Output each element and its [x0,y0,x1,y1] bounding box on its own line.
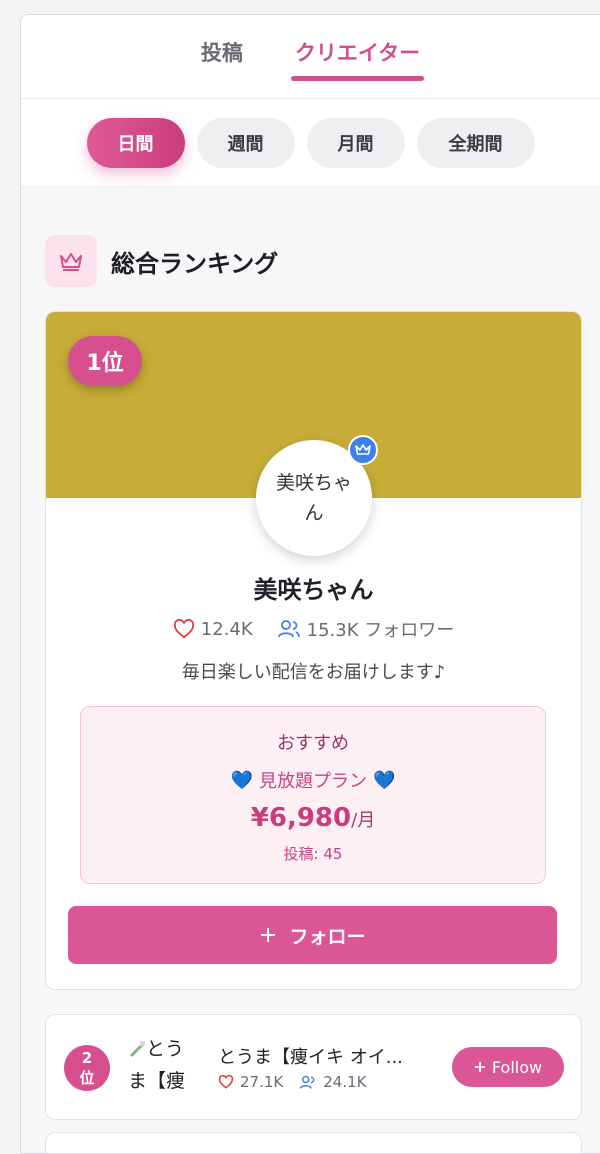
tab-creators[interactable]: クリエイター [290,37,425,81]
app-frame: 投稿 クリエイター 日間 週間 月間 全期間 総合ランキング 1位 美咲ちゃん … [20,14,600,1154]
rank-badge: 2 位 [64,1045,110,1091]
blue-heart-icon: 💙 [373,769,396,791]
followers-count: 24.1K [323,1073,367,1091]
likes-count: 27.1K [240,1073,284,1091]
plan-label: おすすめ [277,733,349,754]
blue-heart-icon: 💙 [230,769,253,791]
broken-image-icon [128,1035,146,1057]
section-title: 総合ランキング [111,249,279,278]
follow-button[interactable]: Follow [452,1047,564,1087]
price-value: ¥6,980 [250,803,352,833]
avatar-alt-text: 美咲ちゃん [275,472,352,524]
creator-row[interactable] [45,1132,582,1153]
top-creator-card[interactable]: 1位 美咲ちゃん 美咲ちゃん 12.4K 15.3K フォロワー 毎日楽しい配信… [45,311,582,990]
period-monthly[interactable]: 月間 [306,117,405,168]
period-filter: 日間 週間 月間 全期間 [21,99,600,187]
tab-posts[interactable]: 投稿 [199,37,245,67]
rank-badge: 1位 [68,336,142,386]
period-all-time[interactable]: 全期間 [416,117,535,168]
plan-name: 見放題プラン [259,771,367,792]
creator-stats: 27.1K 24.1K [218,1073,367,1091]
creator-stats: 12.4K 15.3K フォロワー [46,616,581,642]
heart-icon [218,1075,234,1089]
creator-name: 美咲ちゃん [253,576,374,604]
follow-button[interactable]: フォロー [68,906,557,964]
plus-icon [261,928,276,942]
price-period: /月 [351,810,376,831]
rank-number: 2 [81,1049,93,1067]
period-daily[interactable]: 日間 [86,117,185,168]
recommended-plan[interactable]: おすすめ 💙 見放題プラン 💙 ¥6,980/月 投稿: 45 [80,706,546,884]
main-tabs: 投稿 クリエイター [21,15,600,99]
creator-row[interactable]: 2 位 とうま【痩 とうま【痩イキ オイ... 27.1K 24.1K Foll… [45,1014,582,1120]
plan-price: ¥6,980/月 [81,803,545,833]
followers-count: 15.3K フォロワー [306,620,455,641]
plan-name-row: 💙 見放題プラン 💙 [81,767,545,793]
users-icon [300,1075,315,1089]
users-icon [277,620,300,638]
creator-bio: 毎日楽しい配信をお届けします♪ [181,662,446,683]
section-header: 総合ランキング [45,235,600,287]
rank-suffix: 位 [79,1069,95,1087]
crown-icon [45,235,97,287]
period-weekly[interactable]: 週間 [196,117,295,168]
heart-icon [173,619,194,639]
follow-label: Follow [491,1057,543,1077]
creator-name: とうま【痩イキ オイ... [218,1047,403,1068]
avatar[interactable]: とうま【痩 [128,1033,200,1105]
follow-label: フォロー [289,925,366,948]
crown-badge-icon [348,435,378,465]
plus-icon [474,1062,485,1072]
likes-count: 12.4K [200,618,253,640]
plan-post-count: 投稿: 45 [283,845,343,863]
